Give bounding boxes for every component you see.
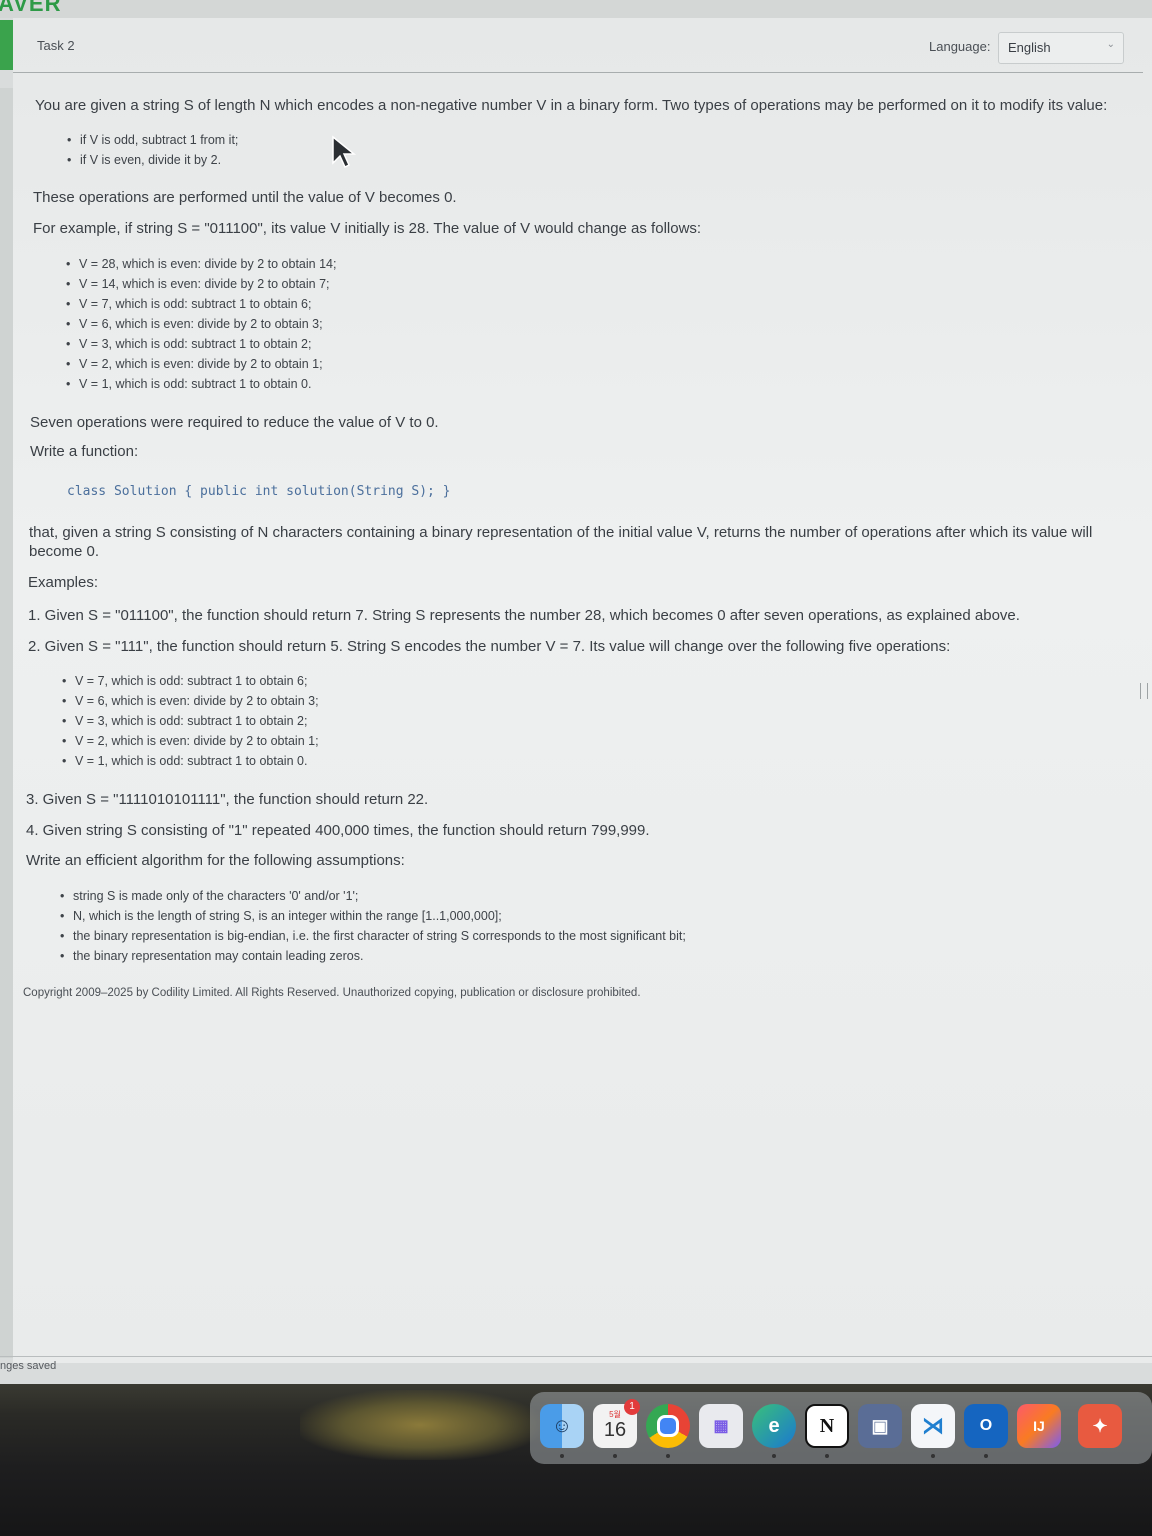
function-signature: class Solution { public int solution(Str… (67, 484, 451, 499)
step-item: V = 28, which is even: divide by 2 to ob… (66, 257, 336, 271)
that-text-line1: that, given a string S consisting of N c… (29, 524, 1093, 541)
intro-text: You are given a string S of length N whi… (35, 97, 1108, 114)
task-header: Task 2 Language: English ⌄ (13, 20, 1143, 73)
vscode-icon[interactable]: ⋊ (911, 1404, 955, 1448)
notion-icon[interactable]: N (805, 1404, 849, 1448)
resize-handle[interactable] (1140, 683, 1148, 699)
ex2-step-item: V = 7, which is odd: subtract 1 to obtai… (62, 674, 307, 688)
ex2-step-item: V = 3, which is odd: subtract 1 to obtai… (62, 714, 307, 728)
running-indicator (613, 1454, 617, 1458)
running-indicator (666, 1454, 670, 1458)
step-item: V = 6, which is even: divide by 2 to obt… (66, 317, 323, 331)
step-item: V = 7, which is odd: subtract 1 to obtai… (66, 297, 311, 311)
step-item: V = 2, which is even: divide by 2 to obt… (66, 357, 323, 371)
running-indicator (772, 1454, 776, 1458)
calendar-badge: 1 (624, 1399, 640, 1415)
other-app-icon[interactable]: ✦ (1078, 1404, 1122, 1448)
task-indicator (0, 20, 13, 70)
examples-heading: Examples: (28, 574, 99, 591)
example-2: 2. Given S = "111", the function should … (28, 638, 951, 655)
until-text: These operations are performed until the… (33, 189, 457, 206)
finder-icon[interactable]: ☺ (540, 1404, 584, 1448)
assumption-item: string S is made only of the characters … (60, 889, 358, 903)
op-item: if V is odd, subtract 1 from it; (67, 133, 238, 147)
edge-icon[interactable]: e (752, 1404, 796, 1448)
copyright-text: Copyright 2009–2025 by Codility Limited.… (23, 987, 641, 999)
ex2-step-item: V = 6, which is even: divide by 2 to obt… (62, 694, 319, 708)
running-indicator (560, 1454, 564, 1458)
brand-logo: AVER (0, 0, 62, 16)
changes-saved-status: nges saved (0, 1360, 57, 1372)
example-4: 4. Given string S consisting of "1" repe… (26, 822, 650, 839)
step-item: V = 1, which is odd: subtract 1 to obtai… (66, 377, 311, 391)
seven-text: Seven operations were required to reduce… (30, 414, 439, 431)
intellij-icon[interactable]: IJ (1017, 1404, 1061, 1448)
footer-divider (0, 1356, 1152, 1357)
chevron-down-icon: ⌄ (1106, 39, 1115, 50)
step-item: V = 3, which is odd: subtract 1 to obtai… (66, 337, 311, 351)
calendar-day: 16 (603, 1419, 627, 1441)
example-1: 1. Given S = "011100", the function shou… (28, 607, 1020, 624)
mouse-cursor-icon (332, 135, 357, 169)
language-value: English (1008, 40, 1051, 55)
write-function-text: Write a function: (30, 443, 139, 460)
language-select[interactable]: English ⌄ (998, 32, 1124, 64)
op-item: if V is even, divide it by 2. (67, 153, 221, 167)
example-intro: For example, if string S = "011100", its… (33, 220, 702, 237)
screen-icon[interactable]: ▣ (858, 1404, 902, 1448)
step-item: V = 14, which is even: divide by 2 to ob… (66, 277, 329, 291)
outlook-icon[interactable]: O (964, 1404, 1008, 1448)
ex2-step-item: V = 1, which is odd: subtract 1 to obtai… (62, 754, 307, 768)
ex2-step-item: V = 2, which is even: divide by 2 to obt… (62, 734, 319, 748)
assumption-item: the binary representation may contain le… (60, 949, 363, 963)
wallpaper-landscape (300, 1390, 540, 1460)
browser-top-strip (0, 0, 1152, 18)
assumption-item: N, which is the length of string S, is a… (60, 909, 502, 923)
running-indicator (931, 1454, 935, 1458)
launchpad-icon[interactable]: ▦ (699, 1404, 743, 1448)
assumptions-heading: Write an efficient algorithm for the fol… (26, 852, 405, 869)
example-3: 3. Given S = "1111010101111", the functi… (26, 791, 429, 808)
running-indicator (984, 1454, 988, 1458)
assumption-item: the binary representation is big-endian,… (60, 929, 686, 943)
running-indicator (825, 1454, 829, 1458)
calendar-month: 5월 (609, 1410, 621, 1419)
chrome-icon[interactable] (646, 1404, 690, 1448)
language-label: Language: (929, 39, 991, 54)
that-text-line2: become 0. (29, 543, 100, 560)
task-title: Task 2 (37, 38, 75, 53)
left-gutter (0, 88, 13, 1358)
